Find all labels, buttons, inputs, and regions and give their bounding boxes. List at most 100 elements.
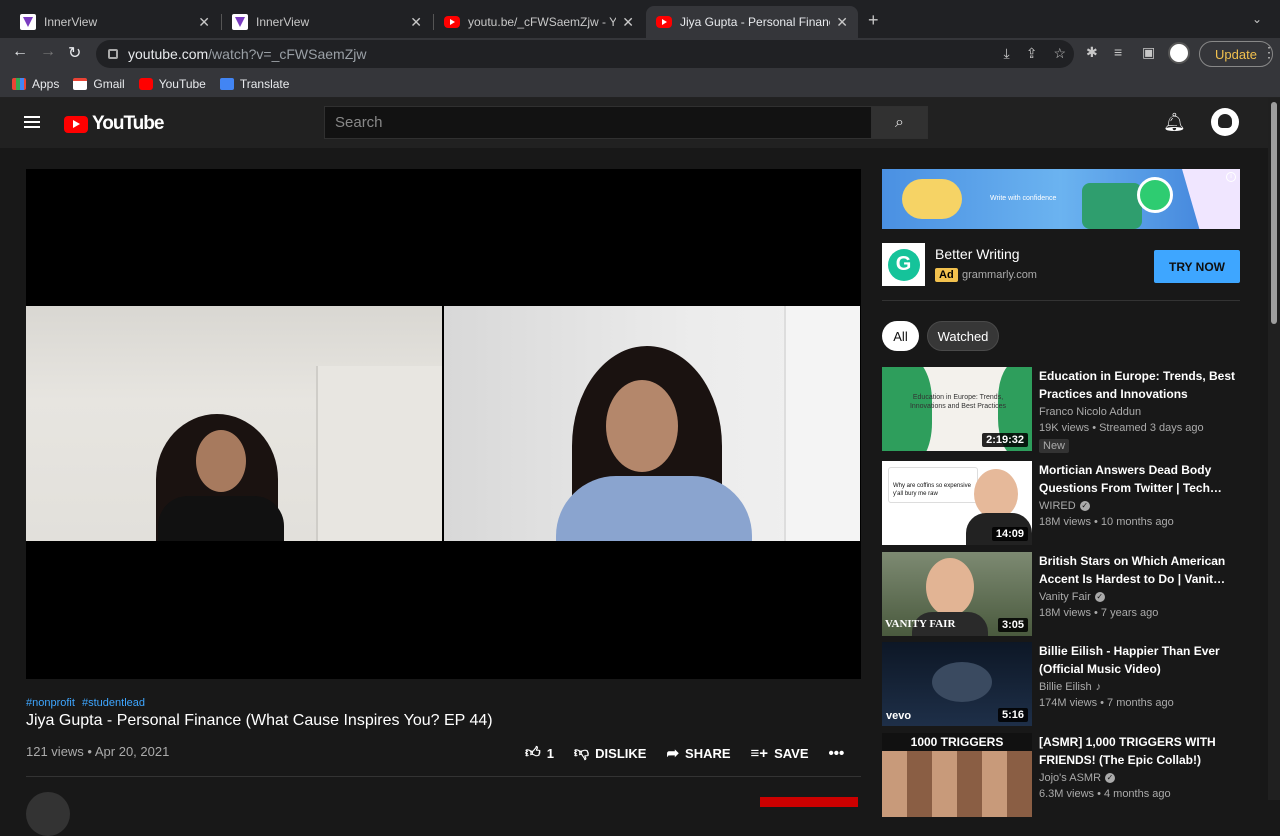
browser-tab-active[interactable]: Jiya Gupta - Personal Finance ( ✕: [646, 6, 858, 38]
thumbs-down-icon: 👎︎: [573, 744, 590, 761]
hashtag-link[interactable]: #nonprofit: [26, 697, 75, 709]
address-bar[interactable]: youtube.com /watch?v=_cFWSaemZjw ⤓ ⇪ ☆: [96, 40, 1074, 68]
video-duration: 5:16: [997, 708, 1028, 722]
bookmark-youtube[interactable]: YouTube: [138, 77, 206, 91]
ad-info-icon[interactable]: i: [1226, 172, 1236, 182]
install-app-icon[interactable]: ⤓: [1004, 45, 1010, 62]
search-icon: ⌕: [895, 113, 904, 131]
chip-watched[interactable]: Watched: [927, 321, 999, 351]
apps-grid-icon: [12, 77, 26, 90]
recommendation-title[interactable]: [ASMR] 1,000 TRIGGERS WITH FRIENDS! (The…: [1039, 733, 1239, 769]
dislike-button[interactable]: 👎︎ DISLIKE: [574, 744, 647, 762]
video-player[interactable]: [26, 169, 861, 679]
thumbs-up-icon: 👍︎: [525, 744, 541, 761]
channel-avatar[interactable]: [26, 792, 70, 836]
recommendation-title[interactable]: Billie Eilish - Happier Than Ever (Offic…: [1039, 642, 1239, 678]
back-arrow-icon[interactable]: ←: [12, 43, 28, 61]
share-button[interactable]: ➦ SHARE: [666, 744, 730, 762]
hamburger-menu-icon[interactable]: [24, 116, 40, 128]
url-path: /watch?v=_cFWSaemZjw: [208, 46, 367, 62]
browser-tab-innerview-2[interactable]: InnerView ✕: [222, 6, 432, 38]
search-button[interactable]: ⌕: [871, 106, 928, 139]
video-thumbnail[interactable]: Why are coffins so expensive y'all bury …: [882, 461, 1032, 545]
recommendation-item[interactable]: Why are coffins so expensive y'all bury …: [882, 461, 1240, 545]
recommendation-channel[interactable]: Jojo's ASMR ✓: [1039, 772, 1116, 784]
notifications-bell-icon[interactable]: 🔔︎: [1163, 112, 1186, 133]
room-wall-panel: [316, 366, 442, 541]
video-thumbnail[interactable]: VANITY FAIR 3:05: [882, 552, 1032, 636]
close-icon[interactable]: ✕: [836, 14, 848, 31]
recommendation-title[interactable]: British Stars on Which American Accent I…: [1039, 552, 1239, 588]
recommendation-item[interactable]: vevo 5:16 Billie Eilish - Happier Than E…: [882, 642, 1240, 726]
close-icon[interactable]: ✕: [410, 14, 422, 31]
forward-arrow-icon[interactable]: →: [40, 43, 56, 61]
ad-illustration-shape: [1082, 183, 1142, 229]
scrollbar-thumb[interactable]: [1271, 102, 1277, 324]
new-tab-plus-icon[interactable]: +: [868, 10, 879, 31]
media-queue-icon[interactable]: ≡: [1114, 44, 1122, 60]
bookmark-star-icon[interactable]: ☆: [1053, 45, 1066, 62]
share-page-icon[interactable]: ⇪: [1026, 45, 1038, 62]
thumbnail-text: Education in Europe: Trends, Innovations…: [909, 394, 1007, 410]
more-actions-button[interactable]: •••: [829, 745, 851, 762]
reload-icon[interactable]: ↻: [68, 43, 81, 63]
room-door: [784, 306, 860, 541]
close-icon[interactable]: ✕: [622, 14, 634, 31]
bookmark-apps[interactable]: Apps: [12, 77, 59, 91]
tab-title: InnerView: [256, 15, 310, 29]
browser-menu-icon[interactable]: ⋮: [1262, 44, 1276, 61]
subscribe-button[interactable]: [760, 797, 858, 807]
recommendation-item[interactable]: Education in Europe: Trends, Innovations…: [882, 367, 1240, 453]
ad-banner-image[interactable]: Write with confidence i: [882, 169, 1240, 229]
youtube-logo[interactable]: YouTube: [64, 113, 164, 135]
try-now-button[interactable]: TRY NOW: [1154, 250, 1240, 283]
recommendation-title[interactable]: Mortician Answers Dead Body Questions Fr…: [1039, 461, 1239, 497]
extensions-puzzle-icon[interactable]: ✱: [1086, 44, 1098, 61]
verified-check-icon: ✓: [1079, 501, 1090, 511]
recommendation-title[interactable]: Education in Europe: Trends, Best Practi…: [1039, 367, 1239, 403]
video-thumbnail[interactable]: 1000 TRIGGERS: [882, 733, 1032, 817]
like-button[interactable]: 👍︎ 1: [525, 744, 554, 762]
recommendation-meta: 18M views • 10 months ago: [1039, 516, 1174, 528]
verified-check-icon: ✓: [1094, 592, 1105, 602]
share-arrow-icon: ➦: [666, 745, 680, 762]
video-thumbnail[interactable]: vevo 5:16: [882, 642, 1032, 726]
youtube-favicon-icon: [444, 16, 460, 28]
ad-title[interactable]: Better Writing: [935, 246, 1020, 262]
browser-tab-youtu-be[interactable]: youtu.be/_cFWSaemZjw - YouT ✕: [434, 6, 644, 38]
side-panel-icon[interactable]: ▣: [1142, 44, 1155, 61]
divider: [26, 776, 861, 777]
recommendation-item[interactable]: 1000 TRIGGERS [ASMR] 1,000 TRIGGERS WITH…: [882, 733, 1240, 817]
vevo-logo: vevo: [886, 710, 912, 722]
thumbnail-shape: [932, 662, 992, 702]
account-avatar[interactable]: [1211, 108, 1239, 136]
channel-name: Franco Nicolo Addun: [1039, 406, 1142, 418]
save-button[interactable]: ≡+ SAVE: [751, 745, 809, 762]
recommendation-channel[interactable]: Vanity Fair ✓: [1039, 591, 1105, 603]
ad-banner-text: Write with confidence: [990, 195, 1057, 202]
close-icon[interactable]: ✕: [198, 14, 210, 31]
checkmark-icon: [1137, 177, 1173, 213]
recommendation-item[interactable]: VANITY FAIR 3:05 British Stars on Which …: [882, 552, 1240, 636]
thumbnail-text: VANITY FAIR: [885, 618, 956, 630]
chip-all[interactable]: All: [882, 321, 919, 351]
recommendation-meta: 19K views • Streamed 3 days ago: [1039, 422, 1204, 434]
recommendation-channel[interactable]: WIRED ✓: [1039, 500, 1090, 512]
bookmark-gmail[interactable]: Gmail: [73, 77, 125, 91]
search-input[interactable]: Search: [324, 106, 872, 139]
video-actions: 👍︎ 1 👎︎ DISLIKE ➦ SHARE ≡+ SAVE •••: [525, 744, 870, 762]
verified-check-icon: ✓: [1105, 773, 1116, 783]
divider: [882, 300, 1240, 301]
video-thumbnail[interactable]: Education in Europe: Trends, Innovations…: [882, 367, 1032, 451]
grammarly-logo[interactable]: G: [882, 243, 925, 286]
recommendation-channel[interactable]: Billie Eilish ♪: [1039, 681, 1101, 693]
hashtag-link[interactable]: #studentlead: [82, 697, 145, 709]
page-scrollbar[interactable]: [1268, 98, 1280, 800]
tab-search-chevron-icon[interactable]: ⌄: [1252, 12, 1262, 26]
browser-profile-avatar[interactable]: [1168, 42, 1190, 64]
share-label: SHARE: [685, 745, 731, 761]
bookmark-translate[interactable]: Translate: [219, 77, 289, 91]
recommendation-channel[interactable]: Franco Nicolo Addun: [1039, 406, 1141, 418]
browser-tab-innerview-1[interactable]: InnerView ✕: [10, 6, 220, 38]
lock-icon[interactable]: [108, 49, 118, 59]
